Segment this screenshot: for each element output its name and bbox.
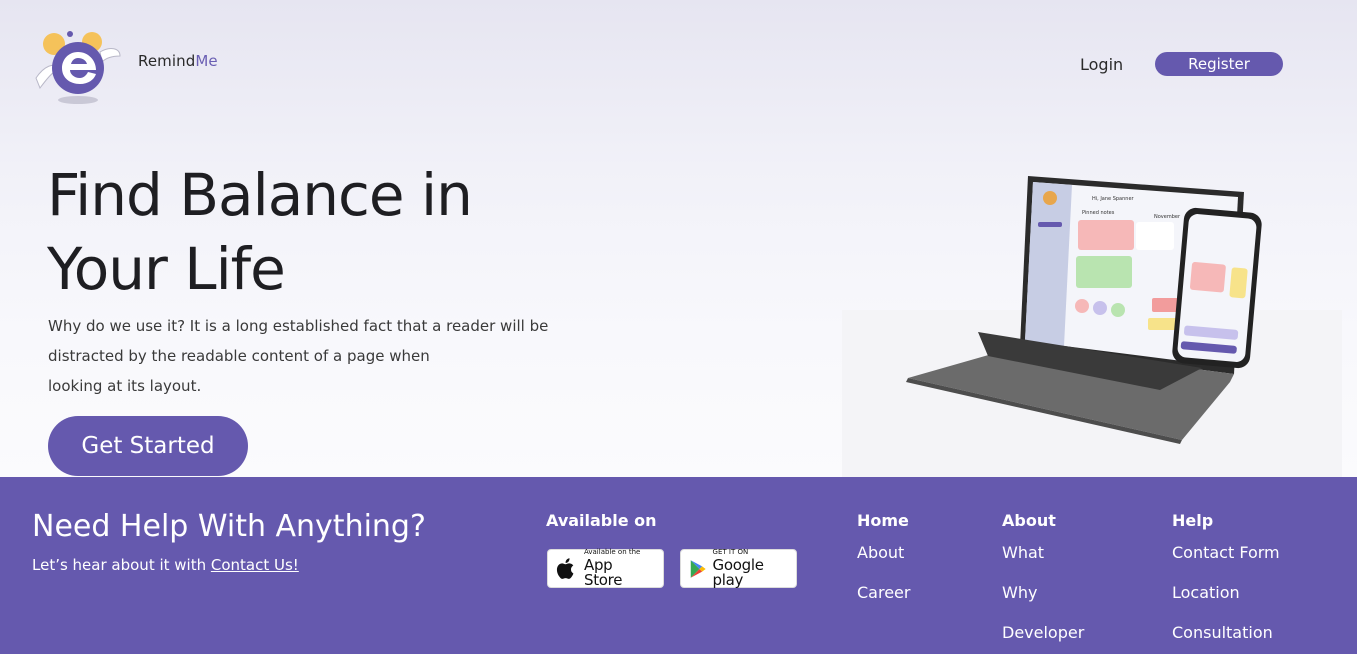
register-button[interactable]: Register: [1155, 52, 1283, 76]
app-store-small-text: Available on the: [584, 548, 641, 556]
footer-link-career[interactable]: Career: [857, 583, 910, 602]
google-play-icon: [690, 559, 706, 578]
google-play-small-text: GET IT ON: [712, 548, 749, 556]
footer: Need Help With Anything? Let’s hear abou…: [0, 477, 1357, 654]
app-store-big-text: App Store: [584, 556, 623, 589]
login-link[interactable]: Login: [1080, 55, 1123, 74]
google-play-big-text: Google play: [712, 556, 764, 589]
hero-section: RemindMe Login Register Find Balance in …: [0, 0, 1357, 477]
svg-text:Pinned notes: Pinned notes: [1082, 210, 1115, 216]
hero-description-line: Why do we use it? It is a long establish…: [48, 317, 549, 335]
footer-link-what[interactable]: What: [1002, 543, 1044, 562]
svg-text:Hi, Jane Spanner: Hi, Jane Spanner: [1092, 196, 1135, 202]
available-on-label: Available on: [546, 511, 657, 530]
hero-title: Find Balance in Your Life: [47, 158, 567, 306]
hero-description-line: distracted by the readable content of a …: [48, 347, 430, 365]
help-subtitle: Let’s hear about it with Contact Us!: [32, 556, 299, 574]
footer-link-location[interactable]: Location: [1172, 583, 1240, 602]
footer-link-about[interactable]: About: [857, 543, 904, 562]
footer-link-contact-form[interactable]: Contact Form: [1172, 543, 1280, 562]
app-store-badge[interactable]: Available on the App Store: [547, 549, 664, 588]
hero-title-line: Your Life: [47, 235, 286, 303]
device-mockup-image: Hi, Jane Spanner Pinned notes November: [842, 176, 1342, 477]
get-started-button[interactable]: Get Started: [48, 416, 248, 476]
footer-link-developer[interactable]: Developer: [1002, 623, 1084, 642]
footer-heading-about[interactable]: About: [1002, 511, 1056, 530]
svg-text:November: November: [1154, 214, 1181, 220]
hero-description: Why do we use it? It is a long establish…: [48, 311, 608, 401]
footer-link-consultation[interactable]: Consultation: [1172, 623, 1273, 642]
contact-us-link[interactable]: Contact Us!: [211, 556, 299, 574]
footer-heading-home[interactable]: Home: [857, 511, 909, 530]
footer-link-why[interactable]: Why: [1002, 583, 1037, 602]
app-logo-icon[interactable]: [30, 22, 122, 106]
hero-title-line: Find Balance in: [47, 161, 473, 229]
hero-description-line: looking at its layout.: [48, 377, 202, 395]
google-play-badge[interactable]: GET IT ON Google play: [680, 549, 797, 588]
help-title: Need Help With Anything?: [32, 509, 426, 544]
brand-name[interactable]: RemindMe: [138, 52, 218, 70]
apple-icon: [556, 557, 574, 579]
help-subtitle-text: Let’s hear about it with: [32, 556, 211, 574]
footer-heading-help[interactable]: Help: [1172, 511, 1213, 530]
